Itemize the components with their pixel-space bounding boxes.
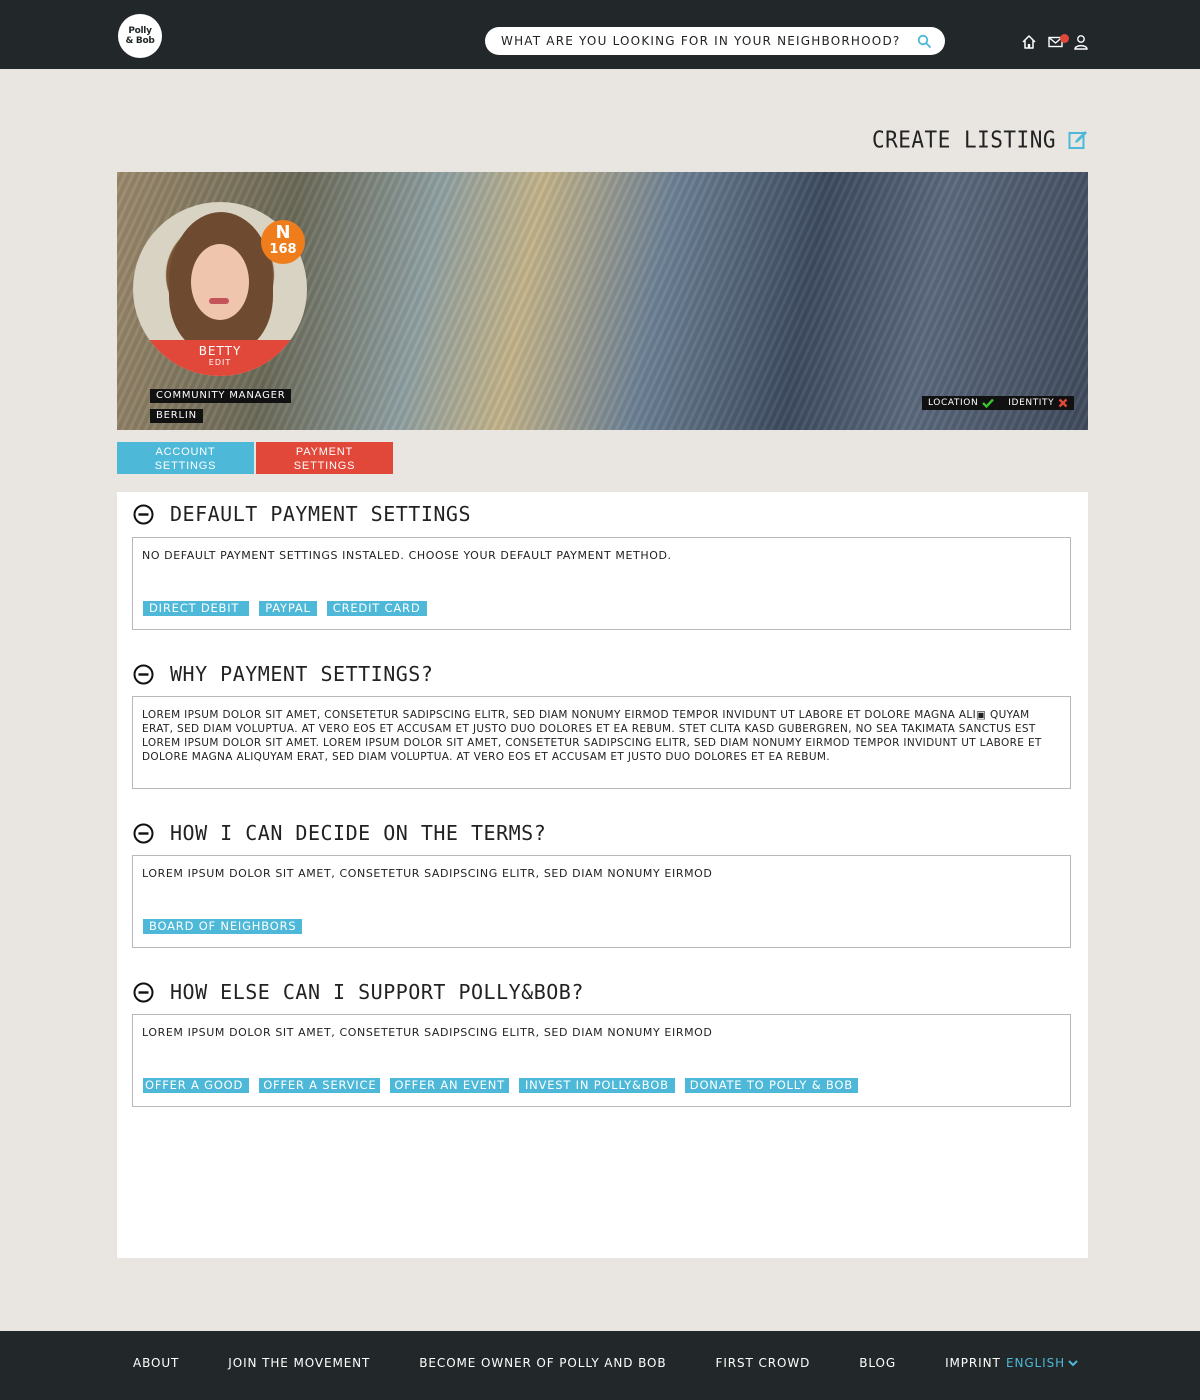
footer-link-first-crowd[interactable]: FIRST CROWD [716, 1356, 811, 1370]
section-why-payment-box: LOREM IPSUM DOLOR SIT AMET, CONSETETUR S… [132, 696, 1071, 789]
search-icon[interactable] [917, 34, 931, 48]
language-label: ENGLISH [1006, 1356, 1066, 1370]
section-default-payment-header[interactable]: DEFAULT PAYMENT SETTINGS [133, 502, 471, 526]
avatar-name-band: BETTY EDIT [133, 340, 307, 376]
section-why-payment-header[interactable]: WHY PAYMENT SETTINGS? [133, 662, 433, 686]
badge-count: 168 [269, 242, 297, 257]
city-tag: BERLIN [150, 409, 203, 423]
offer-a-service-button[interactable]: OFFER A SERVICE [259, 1078, 381, 1093]
logo-line-1: Polly [128, 26, 152, 36]
role-tag: COMMUNITY MANAGER [150, 389, 292, 403]
top-navigation-bar: Polly & Bob [0, 0, 1200, 69]
section-text: LOREM IPSUM DOLOR SIT AMET, CONSETETUR S… [142, 709, 1042, 763]
direct-debit-button[interactable]: DIRECT DEBIT [143, 601, 250, 616]
section-decide-terms-box: LOREM IPSUM DOLOR SIT AMET, CONSETETUR S… [132, 855, 1071, 948]
badge-letter: N [275, 222, 291, 243]
section-text: NO DEFAULT PAYMENT SETTINGS INSTALED. CH… [142, 549, 672, 562]
search-bar [485, 27, 945, 55]
offer-an-event-button[interactable]: OFFER AN EVENT [390, 1078, 509, 1093]
home-icon[interactable] [1021, 34, 1037, 50]
cross-icon [1058, 398, 1068, 408]
section-text: LOREM IPSUM DOLOR SIT AMET, CONSETETUR S… [142, 867, 713, 880]
avatar-lips [209, 298, 229, 304]
collapse-icon[interactable] [133, 823, 154, 844]
collapse-icon[interactable] [133, 982, 154, 1003]
payment-settings-panel: DEFAULT PAYMENT SETTINGS NO DEFAULT PAYM… [117, 492, 1088, 1264]
payment-method-buttons: DIRECT DEBIT PAYPAL CREDIT CARD [143, 601, 427, 616]
footer-link-about[interactable]: ABOUT [133, 1356, 179, 1370]
polly-and-bob-logo[interactable]: Polly & Bob [118, 14, 162, 58]
tab-payment-line1: PAYMENT [295, 446, 354, 458]
collapse-icon[interactable] [133, 504, 154, 525]
offer-a-good-button[interactable]: OFFER A GOOD [143, 1078, 250, 1093]
board-of-neighbors-button[interactable]: BOARD OF NEIGHBORS [143, 919, 303, 934]
create-listing-label: CREATE LISTING [871, 126, 1056, 154]
section-title: HOW ELSE CAN I SUPPORT POLLY&BOB? [170, 980, 584, 1004]
section-support-header[interactable]: HOW ELSE CAN I SUPPORT POLLY&BOB? [133, 980, 584, 1004]
tab-account-line1: ACCOUNT [155, 446, 216, 458]
support-buttons: OFFER A GOOD OFFER A SERVICE OFFER AN EV… [143, 1078, 858, 1093]
identity-label: IDENTITY [1008, 398, 1055, 408]
logo-line-2: & Bob [125, 36, 155, 46]
edit-profile-link[interactable]: EDIT [133, 358, 307, 367]
check-icon [982, 398, 995, 408]
footer: ABOUT JOIN THE MOVEMENT BECOME OWNER OF … [0, 1331, 1200, 1400]
tab-payment-settings[interactable]: PAYMENT SETTINGS [256, 442, 393, 474]
tab-payment-line2: SETTINGS [293, 460, 356, 472]
tab-account-line2: SETTINGS [154, 460, 217, 472]
notification-dot [1060, 34, 1069, 43]
avatar-face [191, 244, 249, 320]
collapse-icon[interactable] [133, 664, 154, 685]
footer-link-imprint[interactable]: IMPRINT [945, 1356, 1001, 1370]
section-title: HOW I CAN DECIDE ON THE TERMS? [170, 821, 547, 845]
language-selector[interactable]: ENGLISH [1006, 1356, 1078, 1370]
search-input[interactable] [501, 34, 901, 48]
user-icon[interactable] [1073, 34, 1089, 50]
verification-status: LOCATION IDENTITY [922, 396, 1075, 410]
tab-account-settings[interactable]: ACCOUNT SETTINGS [117, 442, 254, 474]
section-decide-terms-header[interactable]: HOW I CAN DECIDE ON THE TERMS? [133, 821, 546, 845]
chevron-down-icon [1068, 1360, 1078, 1367]
invest-button[interactable]: INVEST IN POLLY&BOB [518, 1078, 675, 1093]
create-listing-link[interactable]: CREATE LISTING [871, 126, 1088, 154]
footer-nav: ABOUT JOIN THE MOVEMENT BECOME OWNER OF … [133, 1356, 1050, 1370]
footer-link-join[interactable]: JOIN THE MOVEMENT [228, 1356, 370, 1370]
edit-icon [1068, 131, 1087, 149]
credit-card-button[interactable]: CREDIT CARD [326, 601, 427, 616]
section-default-payment-box: NO DEFAULT PAYMENT SETTINGS INSTALED. CH… [132, 537, 1071, 630]
profile-name: BETTY [198, 344, 242, 358]
footer-link-become-owner[interactable]: BECOME OWNER OF POLLY AND BOB [419, 1356, 666, 1370]
neighbor-score-badge: N 168 [261, 220, 305, 264]
footer-link-blog[interactable]: BLOG [859, 1356, 896, 1370]
donate-button[interactable]: DONATE TO POLLY & BOB [684, 1078, 858, 1093]
paypal-button[interactable]: PAYPAL [259, 601, 317, 616]
section-title: WHY PAYMENT SETTINGS? [170, 662, 434, 686]
terms-buttons: BOARD OF NEIGHBORS [143, 919, 303, 934]
section-support-box: LOREM IPSUM DOLOR SIT AMET, CONSETETUR S… [132, 1014, 1071, 1107]
location-label: LOCATION [928, 398, 979, 408]
profile-banner: BETTY EDIT N 168 COMMUNITY MANAGER BERLI… [117, 172, 1088, 434]
section-text: LOREM IPSUM DOLOR SIT AMET, CONSETETUR S… [142, 1026, 713, 1039]
profile-tags: COMMUNITY MANAGER BERLIN [150, 383, 292, 423]
section-title: DEFAULT PAYMENT SETTINGS [170, 502, 471, 526]
